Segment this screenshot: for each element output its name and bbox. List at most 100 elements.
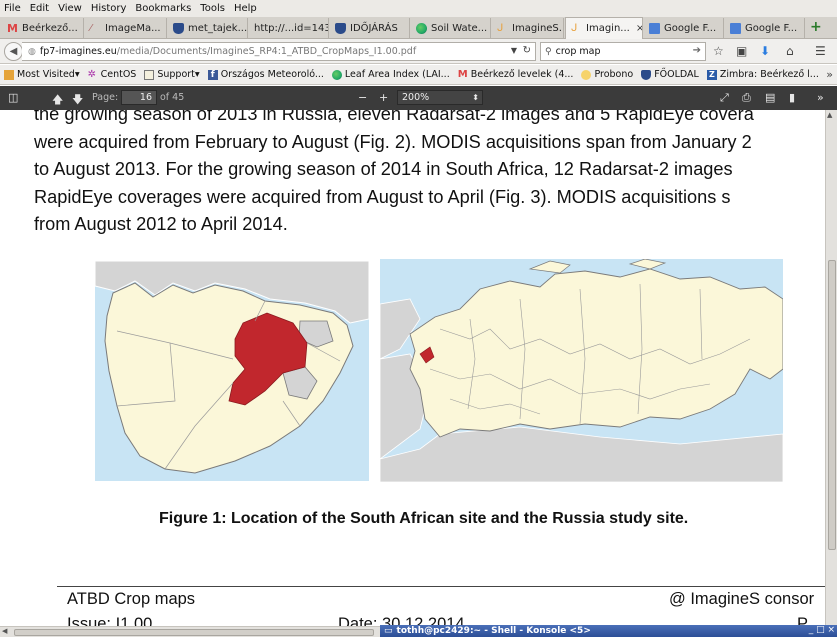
home-icon[interactable]: ⌂	[786, 44, 794, 58]
bookmark-met[interactable]: f Országos Meteoroló...	[207, 69, 324, 80]
terminal-icon: ▭	[384, 626, 393, 636]
reading-list-icon[interactable]: ▣	[736, 44, 747, 58]
tab-label: Soil Wate...	[431, 23, 488, 34]
bookmark-label: FŐOLDAL	[654, 69, 699, 80]
bookmark-star-icon[interactable]: ☆	[713, 44, 724, 58]
page-icon: ᒍ	[497, 23, 504, 34]
body-paragraph: the growing season of 2013 in Russia, el…	[34, 110, 825, 239]
navigation-bar: ◀ ◍ fp7-imagines.eu/media/Documents/Imag…	[0, 39, 837, 64]
tab-4[interactable]: IDŐJÁRÁS	[330, 18, 410, 39]
sidebar-toggle-icon[interactable]: ◫	[8, 91, 18, 104]
search-value: crop map	[555, 46, 601, 57]
url-host: fp7-imagines.eu	[39, 46, 117, 57]
search-input[interactable]: ⚲ crop map ➔	[540, 42, 706, 61]
tab-6[interactable]: ᒍ ImagineS...	[492, 18, 564, 39]
search-icon: ⚲	[545, 46, 552, 57]
globe-icon: ◍	[28, 46, 36, 57]
footer-divider	[57, 586, 825, 587]
scroll-up-icon[interactable]: ▲	[827, 111, 832, 119]
vertical-scrollbar[interactable]: ▲	[825, 110, 837, 626]
south-africa-map	[95, 261, 369, 481]
google-forms-icon	[730, 23, 741, 34]
menu-bookmarks[interactable]: Bookmarks	[135, 3, 191, 14]
scroll-left-icon[interactable]: ◀	[2, 627, 7, 635]
bookmark-label: Beérkező levelek (4...	[470, 69, 574, 80]
menu-bar: File Edit View History Bookmarks Tools H…	[0, 0, 837, 17]
footer-copyright: @ ImagineS consor	[669, 590, 815, 608]
page-label: Page:	[92, 92, 119, 103]
horizontal-scrollbar[interactable]: ◀	[0, 626, 380, 637]
text-line: from August 2012 to April 2014.	[34, 214, 288, 235]
bookmark-label: Probono	[594, 69, 634, 80]
tab-strip: M Beérkező... ⁄ ImageMa... met_tajek... …	[0, 17, 837, 39]
bookmark-most-visited[interactable]: Most Visited ▾	[4, 69, 80, 80]
menu-help[interactable]: Help	[234, 3, 257, 14]
search-go-icon[interactable]: ➔	[693, 45, 701, 56]
bookmark-label: CentOS	[100, 69, 137, 80]
zoom-select[interactable]: 200% ⬍	[397, 90, 483, 105]
bookmark-lai[interactable]: Leaf Area Index (LAI...	[331, 69, 450, 80]
new-tab-button[interactable]: +	[810, 19, 822, 35]
fullscreen-icon[interactable]: ⤢	[720, 91, 729, 105]
bookmark-support[interactable]: Support ▾	[144, 69, 200, 80]
bookmark-label: Országos Meteoroló...	[220, 69, 324, 80]
url-bar[interactable]: ◍ fp7-imagines.eu/media/Documents/Imagin…	[22, 42, 536, 61]
bookmark-gmail[interactable]: M Beérkező levelek (4...	[458, 69, 574, 80]
previous-page-icon[interactable]: 🡅	[52, 91, 63, 110]
dropdown-caret-icon: ▾	[194, 69, 200, 80]
konsole-taskbar-item[interactable]: ▭ tothh@pc2429:~ - Shell - Konsole <5> _…	[380, 625, 837, 637]
menu-view[interactable]: View	[58, 3, 82, 14]
zimbra-icon: Z	[706, 69, 717, 80]
bookmark-label: Support	[157, 69, 195, 80]
tab-active[interactable]: ᒍ Imagin... ×	[565, 17, 643, 39]
globe-icon	[416, 23, 427, 34]
menu-edit[interactable]: Edit	[30, 3, 49, 14]
tab-0[interactable]: M Beérkező...	[2, 18, 84, 39]
print-icon[interactable]: ⎙	[742, 91, 751, 105]
tab-9[interactable]: Google F...	[725, 18, 805, 39]
pdf-toolbar: ◫ 🡅 🡇 Page: 16 of 45 − + 200% ⬍ ⤢ ⎙ ▤ ▮ …	[0, 86, 837, 110]
next-page-icon[interactable]: 🡇	[72, 91, 83, 110]
bookmark-centos[interactable]: ✲ CentOS	[88, 69, 137, 80]
tools-overflow-icon[interactable]: »	[817, 91, 824, 104]
back-button[interactable]: ◀	[4, 42, 23, 61]
dropdown-caret-icon: ▾	[74, 69, 80, 80]
tab-2[interactable]: met_tajek...	[168, 18, 248, 39]
tab-8[interactable]: Google F...	[644, 18, 724, 39]
reload-icon[interactable]: ↻	[523, 45, 531, 56]
url-history-dropdown-icon[interactable]: ▼	[511, 46, 517, 55]
scrollbar-thumb[interactable]	[828, 260, 836, 550]
tab-label: Google F...	[745, 23, 798, 34]
bookmark-probono[interactable]: Probono	[581, 69, 633, 80]
facebook-icon: f	[207, 69, 218, 80]
close-tab-icon[interactable]: ×	[636, 23, 642, 34]
zoom-in-button[interactable]: +	[379, 91, 388, 104]
bookmark-label: Most Visited	[17, 69, 75, 80]
zoom-out-button[interactable]: −	[358, 91, 367, 104]
menu-file[interactable]: File	[4, 3, 21, 14]
page-total: of 45	[160, 92, 185, 103]
bookmarks-overflow-icon[interactable]: »	[826, 68, 833, 81]
bookmark-icon[interactable]: ▮	[789, 91, 795, 104]
page-number-input[interactable]: 16	[121, 90, 157, 105]
menu-tools[interactable]: Tools	[200, 3, 225, 14]
konsole-title: tothh@pc2429:~ - Shell - Konsole <5>	[396, 626, 591, 636]
save-icon[interactable]: ▤	[765, 91, 775, 104]
tab-5[interactable]: Soil Wate...	[411, 18, 491, 39]
footer-issue: Issue: I1.00	[67, 615, 153, 626]
google-forms-icon	[649, 23, 660, 34]
bookmark-zimbra[interactable]: Z Zimbra: Beérkező l...	[706, 69, 819, 80]
menu-history[interactable]: History	[91, 3, 127, 14]
tab-3[interactable]: http://...id=143	[249, 18, 329, 39]
chevron-updown-icon: ⬍	[472, 93, 479, 102]
gmail-icon: M	[7, 22, 18, 35]
download-icon[interactable]: ⬇	[760, 44, 770, 58]
menu-hamburger-icon[interactable]: ☰	[815, 44, 826, 58]
globe-icon	[331, 69, 342, 80]
url-path: /media/Documents/ImagineS_RP4:1_ATBD_Cro…	[116, 46, 417, 57]
pdf-document: the growing season of 2013 in Russia, el…	[0, 110, 825, 626]
tab-1[interactable]: ⁄ ImageMa...	[85, 18, 167, 39]
window-controls[interactable]: _ □ ×	[809, 625, 835, 635]
scrollbar-thumb[interactable]	[14, 629, 374, 636]
bookmark-fooldal[interactable]: FŐOLDAL	[641, 69, 699, 80]
